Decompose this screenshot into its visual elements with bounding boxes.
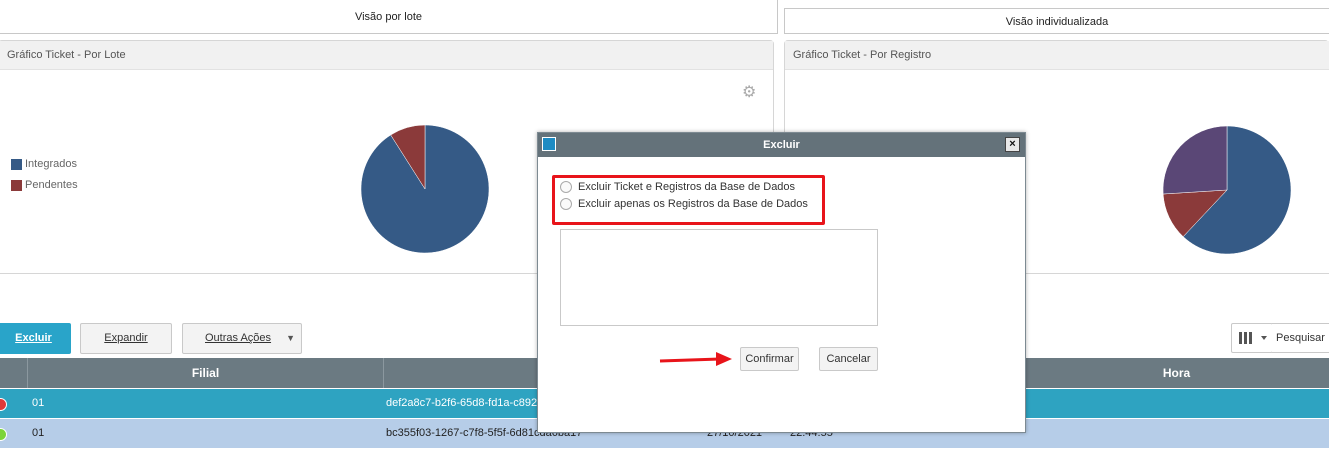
tab-visao-por-lote[interactable]: Visão por lote xyxy=(0,0,778,34)
option-excluir-registros[interactable]: Excluir apenas os Registros da Base de D… xyxy=(560,198,808,210)
dialog-header: Excluir × xyxy=(538,133,1025,157)
columns-button[interactable] xyxy=(1231,323,1273,353)
legend-label-pendentes: Pendentes xyxy=(25,179,78,191)
dropdown-caret-icon: ▼ xyxy=(286,333,295,343)
close-icon[interactable]: × xyxy=(1005,137,1020,152)
panel-title-registro: Gráfico Ticket - Por Registro xyxy=(785,41,1329,70)
legend-item-pendentes: Pendentes xyxy=(11,179,78,191)
outras-acoes-button[interactable]: Outras Ações ▼ xyxy=(182,323,302,354)
option-excluir-ticket-e-registros[interactable]: Excluir Ticket e Registros da Base de Da… xyxy=(560,181,795,193)
legend-swatch-integrados xyxy=(11,158,22,170)
panel-title-lote: Gráfico Ticket - Por Lote xyxy=(0,41,773,70)
status-dot-red-icon xyxy=(0,398,7,411)
tab-visao-individualizada[interactable]: Visão individualizada xyxy=(784,8,1329,34)
expandir-button[interactable]: Expandir xyxy=(80,323,172,354)
outras-acoes-label: Outras Ações xyxy=(205,332,272,344)
column-header-filial[interactable]: Filial xyxy=(27,358,383,388)
window-icon xyxy=(542,137,556,151)
arrow-annotation-icon xyxy=(659,352,732,366)
cancelar-button[interactable]: Cancelar xyxy=(819,347,878,371)
cell-filial: 01 xyxy=(32,427,45,439)
radio-excluir-registros[interactable] xyxy=(560,198,572,210)
option-label: Excluir apenas os Registros da Base de D… xyxy=(578,198,808,210)
gear-icon[interactable]: ⚙ xyxy=(742,82,756,102)
radio-excluir-ticket[interactable] xyxy=(560,181,572,193)
excluir-dialog: Excluir × Excluir Ticket e Registros da … xyxy=(537,132,1026,433)
cell-filial: 01 xyxy=(32,397,45,409)
dialog-title: Excluir xyxy=(763,139,800,151)
pie-slice-outros[interactable] xyxy=(1162,125,1228,195)
legend-item-integrados: Integrados xyxy=(11,158,77,170)
confirmar-button[interactable]: Confirmar xyxy=(740,347,799,371)
pie-chart-registro xyxy=(1162,125,1292,255)
option-label: Excluir Ticket e Registros da Base de Da… xyxy=(578,181,796,193)
pie-chart-lote xyxy=(360,124,490,254)
column-header-hora[interactable]: Hora xyxy=(1023,358,1329,388)
legend-swatch-pendentes xyxy=(11,179,22,191)
observacao-textarea[interactable] xyxy=(560,229,878,326)
status-dot-green-icon xyxy=(0,428,7,441)
excluir-button[interactable]: Excluir xyxy=(0,323,71,354)
pesquisar-button[interactable]: Pesquisar xyxy=(1272,323,1329,353)
legend-label-integrados: Integrados xyxy=(25,158,77,170)
cell-ticket: def2a8c7-b2f6-65d8-fd1a-c892 xyxy=(386,397,538,409)
columns-icon xyxy=(1239,332,1267,344)
expandir-label: Expandir xyxy=(104,332,148,344)
